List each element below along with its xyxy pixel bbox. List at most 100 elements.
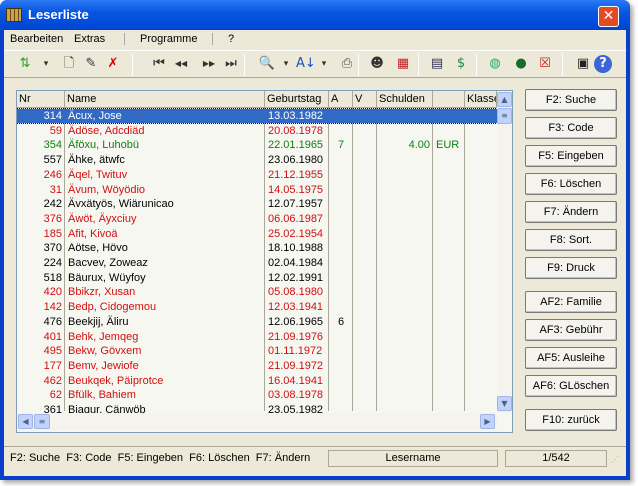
cell-date: 02.04.1984 — [268, 257, 324, 269]
help-icon[interactable]: ? — [594, 55, 612, 73]
cell-a — [332, 388, 350, 402]
button-f9[interactable]: F9: Druck — [525, 257, 617, 279]
globe-icon[interactable]: ● — [512, 55, 530, 73]
next-icon[interactable]: ▶▶ — [200, 55, 218, 73]
resize-grip-icon[interactable]: ⋰ — [611, 455, 619, 464]
previous-icon[interactable]: ◀◀ — [172, 55, 190, 73]
dropdown-icon[interactable]: ▾ — [282, 55, 290, 73]
table-row[interactable]: 476 Beekjij, Äliru 12.06.1965 6 — [17, 315, 497, 329]
cell-date: 12.03.1941 — [268, 301, 324, 314]
cell-nr: 62 — [49, 389, 62, 402]
cell-name: Äföxu, Luhobü — [68, 139, 139, 152]
scroll-right-icon[interactable]: ▶ — [480, 414, 495, 429]
cell-s — [380, 153, 430, 167]
scroll-down-icon[interactable]: ▼ — [497, 396, 512, 411]
calendar-icon[interactable]: ▦ — [394, 55, 412, 73]
button-f6[interactable]: F6: Löschen — [525, 173, 617, 195]
cell-name: Äqel, Twituv — [68, 168, 128, 181]
button-af5[interactable]: AF5: Ausleihe — [525, 347, 617, 369]
save-icon[interactable]: ▣ — [574, 55, 592, 73]
table-row[interactable]: 420 Bbikzr, Xusan 05.08.1980 — [17, 285, 497, 299]
table-row[interactable]: 246 Äqel, Twituv 21.12.1955 — [17, 168, 497, 182]
button-f8[interactable]: F8: Sort. — [525, 229, 617, 251]
money-icon[interactable]: $ — [452, 55, 470, 73]
cell-date: 23.06.1980 — [268, 154, 324, 167]
button-af3[interactable]: AF3: Gebühr — [525, 319, 617, 341]
table-row[interactable]: 177 Bemv, Jewiofe 21.09.1972 — [17, 359, 497, 373]
table-row[interactable]: 370 Aötse, Hövo 18.10.1988 — [17, 241, 497, 255]
hscroll-thumb[interactable]: ≡ — [34, 414, 50, 429]
readers-icon[interactable]: ☻ — [368, 55, 386, 73]
cancel-list-icon[interactable]: ☒ — [536, 55, 554, 73]
dropdown-icon[interactable]: ▾ — [42, 55, 50, 73]
table-row[interactable]: 185 Afit, Kivoä 25.02.1954 — [17, 227, 497, 241]
cell-name: Ävxätyös, Wiärunicao — [68, 198, 174, 211]
scroll-left-icon[interactable]: ◀ — [18, 414, 33, 429]
cell-c — [436, 227, 462, 241]
cell-date: 22.01.1965 — [268, 139, 324, 152]
button-f5[interactable]: F5: Eingeben — [525, 145, 617, 167]
title-bar[interactable]: Leserliste ✕ — [0, 0, 630, 30]
button-af6[interactable]: AF6: GLöschen — [525, 375, 617, 397]
delete-icon[interactable]: ✗ — [104, 55, 122, 73]
cell-a — [332, 344, 350, 358]
schedule-icon[interactable]: ▤ — [428, 55, 446, 73]
table-row[interactable]: 31 Ävum, Wöyödio 14.05.1975 — [17, 183, 497, 197]
scroll-thumb[interactable]: ≡ — [497, 108, 512, 124]
search-icon[interactable]: 🔍 — [258, 55, 276, 73]
cell-c — [436, 388, 462, 402]
column-header[interactable]: Nr — [17, 91, 65, 108]
horizontal-scrollbar[interactable]: ◀ ≡ ▶ — [17, 413, 497, 430]
column-header[interactable]: Schulden — [377, 91, 433, 108]
cell-a — [332, 197, 350, 211]
refresh-icon[interactable]: ⇅ — [16, 55, 34, 73]
menu-extras[interactable]: Extras — [74, 33, 105, 45]
table-row[interactable]: 518 Bäurux, Wüyfoy 12.02.1991 — [17, 271, 497, 285]
column-header[interactable] — [433, 91, 465, 108]
column-header[interactable]: Klasse — [465, 91, 497, 108]
status-bar: F2: Suche F3: Code F5: Eingeben F6: Lösc… — [4, 446, 626, 468]
table-row[interactable]: 59 Ädöse, Adcdiäd 20.08.1978 — [17, 124, 497, 138]
column-header[interactable]: V — [353, 91, 377, 108]
dropdown-icon[interactable]: ▾ — [320, 55, 328, 73]
new-icon[interactable]: 🗋 — [60, 55, 78, 73]
vertical-scrollbar[interactable]: ▲ ≡ ▼ — [497, 91, 512, 413]
table-row[interactable]: 495 Bekw, Gövxem 01.11.1972 — [17, 344, 497, 358]
table-row[interactable]: 557 Ähke, ätwfc 23.06.1980 — [17, 153, 497, 167]
sort-icon[interactable]: A↓ — [296, 55, 316, 73]
first-icon[interactable]: ⏮ — [150, 55, 168, 73]
internet-icon[interactable]: ◍ — [486, 55, 504, 73]
table-row[interactable]: 314 Äcux, Jose 13.03.1982 — [17, 108, 498, 124]
button-af2[interactable]: AF2: Familie — [525, 291, 617, 313]
table-row[interactable]: 224 Bacvev, Zoweaz 02.04.1984 — [17, 256, 497, 270]
print-icon[interactable]: ⎙ — [338, 55, 356, 73]
table-row[interactable]: 142 Bedp, Cidogemou 12.03.1941 — [17, 300, 497, 314]
cell-nr: 224 — [43, 257, 62, 269]
menu-help[interactable]: ? — [228, 33, 234, 45]
cell-s — [380, 183, 430, 197]
column-header[interactable]: A — [329, 91, 353, 108]
last-icon[interactable]: ⏭ — [222, 55, 240, 73]
cell-date: 12.06.1965 — [268, 315, 324, 328]
cell-date: 21.12.1955 — [268, 168, 324, 181]
table-row[interactable]: 242 Ävxätyös, Wiärunicao 12.07.1957 — [17, 197, 497, 211]
button-f2[interactable]: F2: Suche — [525, 89, 617, 111]
cell-s — [380, 241, 430, 255]
cell-name: Behk, Jemqeg — [68, 330, 139, 343]
table-row[interactable]: 376 Äwöt, Äyxciuy 06.06.1987 — [17, 212, 497, 226]
status-hints: F2: Suche F3: Code F5: Eingeben F6: Lösc… — [10, 452, 311, 464]
button-f3[interactable]: F3: Code — [525, 117, 617, 139]
column-header[interactable]: Name — [65, 91, 265, 108]
menu-bearbeiten[interactable]: Bearbeiten — [10, 33, 63, 45]
menu-programme[interactable]: Programme — [140, 33, 197, 45]
table-row[interactable]: 401 Behk, Jemqeg 21.09.1976 — [17, 330, 497, 344]
table-row[interactable]: 354 Äföxu, Luhobü 22.01.1965 7 4.00 EUR — [17, 138, 497, 152]
table-row[interactable]: 462 Beukqek, Päiprotce 16.04.1941 — [17, 374, 497, 388]
table-row[interactable]: 62 Bfülk, Bahiem 03.08.1978 — [17, 388, 497, 402]
column-header[interactable]: Geburtstag — [265, 91, 329, 108]
scroll-up-icon[interactable]: ▲ — [497, 92, 512, 107]
button-f7[interactable]: F7: Ändern — [525, 201, 617, 223]
edit-icon[interactable]: ✎ — [82, 55, 100, 73]
button-f10[interactable]: F10: zurück — [525, 409, 617, 431]
close-button[interactable]: ✕ — [598, 6, 619, 27]
